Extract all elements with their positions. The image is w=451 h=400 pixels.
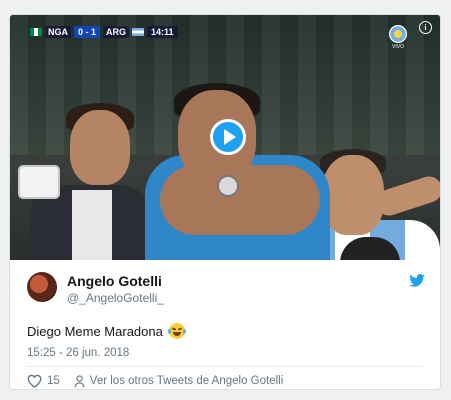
video-person-center-arms (160, 165, 320, 235)
video-player[interactable]: NGA 0 - 1 ARG 14:11 VIVO i (10, 15, 440, 260)
tweet-actions: 15 Ver los otros Tweets de Angelo Gotell… (27, 374, 283, 388)
play-button[interactable] (210, 119, 246, 155)
tweet-timestamp[interactable]: 15:25 - 26 jun. 2018 (27, 347, 129, 359)
play-icon (223, 129, 236, 145)
video-phone (18, 165, 60, 199)
flag-argentina-icon (132, 28, 145, 36)
video-person-left-shirt (72, 190, 112, 260)
scorebug-away-team: ARG (103, 26, 130, 38)
scorebug-clock: 14:11 (147, 26, 178, 38)
video-watch (217, 175, 239, 197)
more-tweets-label: Ver los otros Tweets de Angelo Gotelli (89, 375, 284, 387)
heart-icon (27, 374, 42, 388)
twitter-bird-icon[interactable] (409, 274, 425, 287)
face-with-tears-of-joy-icon (167, 323, 186, 339)
avatar[interactable] (27, 272, 57, 302)
video-person-left-head (70, 110, 130, 185)
broadcaster-logo-icon (389, 25, 407, 43)
flag-nigeria-icon (30, 28, 42, 36)
divider (27, 366, 423, 367)
scorebug-home-team: NGA (45, 26, 71, 38)
user-handle[interactable]: @_AngeloGotelli_ (67, 291, 164, 305)
tweet-card: NGA 0 - 1 ARG 14:11 VIVO i Angelo Gotell… (9, 14, 441, 390)
display-name[interactable]: Angelo Gotelli (67, 273, 162, 289)
scorebug: NGA 0 - 1 ARG 14:11 (30, 25, 178, 39)
like-count: 15 (47, 375, 60, 387)
broadcaster-live-label: VIVO (392, 44, 404, 50)
tweet-body: Angelo Gotelli @_AngeloGotelli_ Diego Me… (10, 260, 440, 389)
like-button[interactable]: 15 (27, 374, 60, 388)
tweet-text: Diego Meme Maradona (27, 323, 186, 339)
info-icon[interactable]: i (419, 21, 432, 34)
person-icon (74, 374, 85, 388)
more-tweets-link[interactable]: Ver los otros Tweets de Angelo Gotelli (74, 374, 284, 388)
video-person-right-head (322, 155, 384, 235)
scorebug-score: 0 - 1 (74, 26, 101, 38)
broadcaster-logo: VIVO (388, 25, 408, 51)
tweet-text-content: Diego Meme Maradona (27, 323, 163, 339)
